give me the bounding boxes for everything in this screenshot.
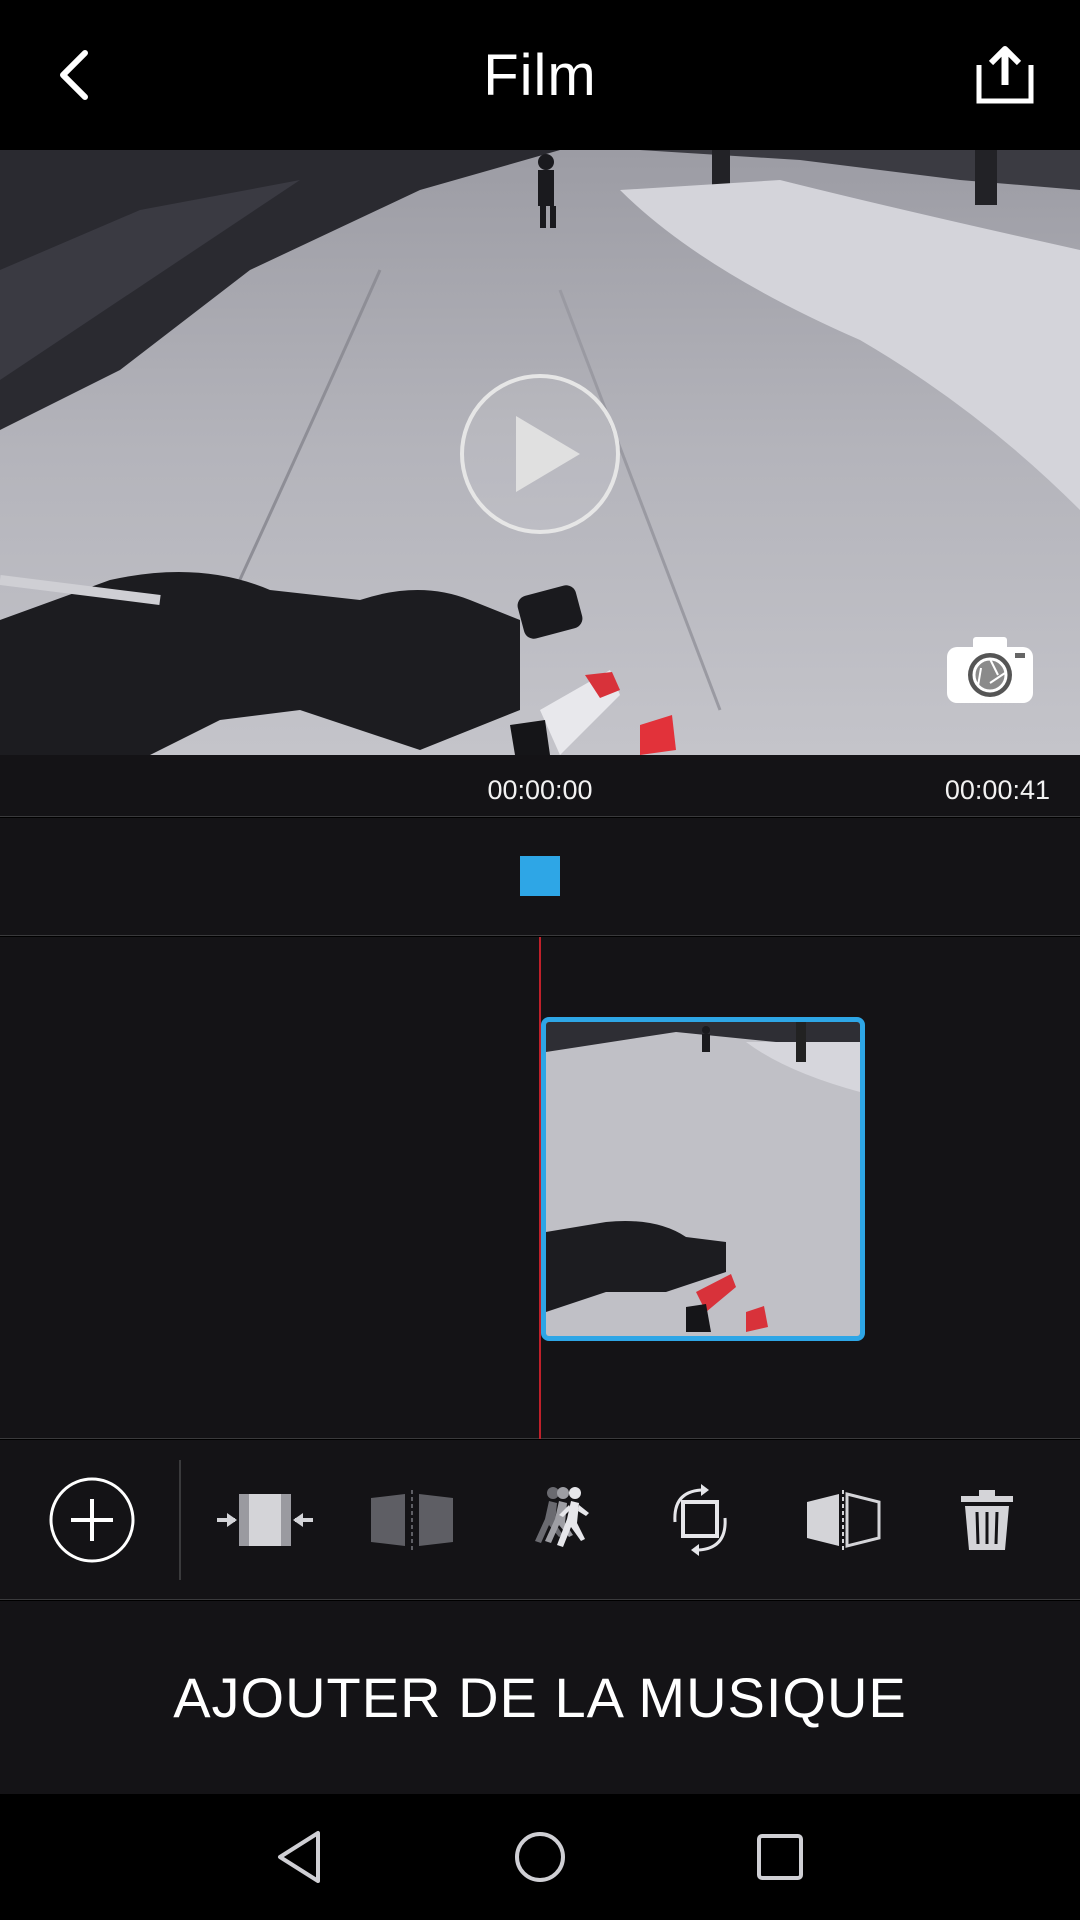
time-indicator-bar: 00:00:00 00:00:41 xyxy=(0,755,1080,817)
snapshot-button[interactable] xyxy=(945,633,1035,705)
camera-icon xyxy=(947,637,1033,703)
total-duration: 00:00:41 xyxy=(944,775,1050,805)
share-button[interactable] xyxy=(965,35,1045,115)
timeline-marker[interactable] xyxy=(520,856,560,896)
trim-icon xyxy=(217,1494,313,1546)
app-header: Film xyxy=(0,0,1080,150)
playhead[interactable] xyxy=(539,937,541,1439)
add-clip-button[interactable] xyxy=(42,1475,142,1565)
speed-runner-icon xyxy=(535,1487,589,1547)
split-button[interactable] xyxy=(362,1480,462,1560)
rotate-crop-icon xyxy=(673,1484,727,1556)
delete-button[interactable] xyxy=(937,1480,1037,1560)
video-preview[interactable] xyxy=(0,150,1080,755)
play-icon xyxy=(460,374,620,534)
add-music-label: AJOUTER DE LA MUSIQUE xyxy=(173,1666,907,1729)
play-button[interactable] xyxy=(458,372,622,536)
edit-toolbar xyxy=(0,1440,1080,1600)
system-navigation-bar xyxy=(0,1794,1080,1920)
clip-timeline[interactable] xyxy=(0,937,1080,1439)
video-clip-thumbnail[interactable] xyxy=(541,1017,865,1341)
flip-icon xyxy=(807,1490,881,1550)
page-title: Film xyxy=(483,43,597,108)
trim-button[interactable] xyxy=(215,1480,315,1560)
clip-thumbnail-image xyxy=(546,1022,860,1336)
nav-recents-square-icon xyxy=(757,1834,803,1880)
add-music-button[interactable]: AJOUTER DE LA MUSIQUE xyxy=(0,1601,1080,1794)
nav-back-button[interactable] xyxy=(260,1822,340,1892)
split-icon xyxy=(371,1490,453,1550)
nav-recents-button[interactable] xyxy=(740,1822,820,1892)
nav-home-circle-icon xyxy=(515,1832,565,1882)
marker-track[interactable] xyxy=(0,818,1080,936)
toolbar-divider xyxy=(179,1460,181,1580)
speed-button[interactable] xyxy=(508,1480,608,1560)
rotate-crop-button[interactable] xyxy=(650,1480,750,1560)
nav-home-button[interactable] xyxy=(500,1822,580,1892)
flip-button[interactable] xyxy=(793,1480,893,1560)
nav-back-triangle-icon xyxy=(278,1831,320,1883)
current-time: 00:00:00 xyxy=(487,775,593,805)
trash-icon xyxy=(961,1490,1013,1550)
add-circle-icon xyxy=(49,1477,135,1563)
share-upload-icon xyxy=(976,46,1034,104)
